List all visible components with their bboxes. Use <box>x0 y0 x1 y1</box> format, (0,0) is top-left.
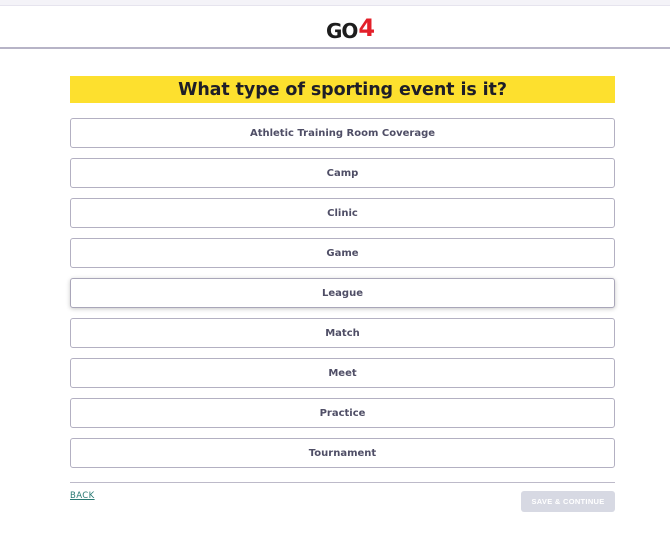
option-camp[interactable]: Camp <box>70 158 615 188</box>
option-meet[interactable]: Meet <box>70 358 615 388</box>
option-tournament[interactable]: Tournament <box>70 438 615 468</box>
option-league[interactable]: League <box>70 278 615 308</box>
option-practice[interactable]: Practice <box>70 398 615 428</box>
back-link[interactable]: BACK <box>70 491 95 501</box>
logo-accent-number: 4 <box>358 14 375 42</box>
event-type-options: Athletic Training Room Coverage Camp Cli… <box>70 118 615 478</box>
option-game[interactable]: Game <box>70 238 615 268</box>
question-title: What type of sporting event is it? <box>70 76 615 103</box>
option-clinic[interactable]: Clinic <box>70 198 615 228</box>
logo-text: GO <box>326 19 358 43</box>
save-and-continue-button[interactable]: SAVE & CONTINUE <box>521 491 615 512</box>
footer-divider <box>70 482 615 483</box>
option-athletic-training-room-coverage[interactable]: Athletic Training Room Coverage <box>70 118 615 148</box>
app-header: GO 4 <box>0 6 670 49</box>
option-match[interactable]: Match <box>70 318 615 348</box>
go4-logo[interactable]: GO 4 <box>326 14 375 43</box>
